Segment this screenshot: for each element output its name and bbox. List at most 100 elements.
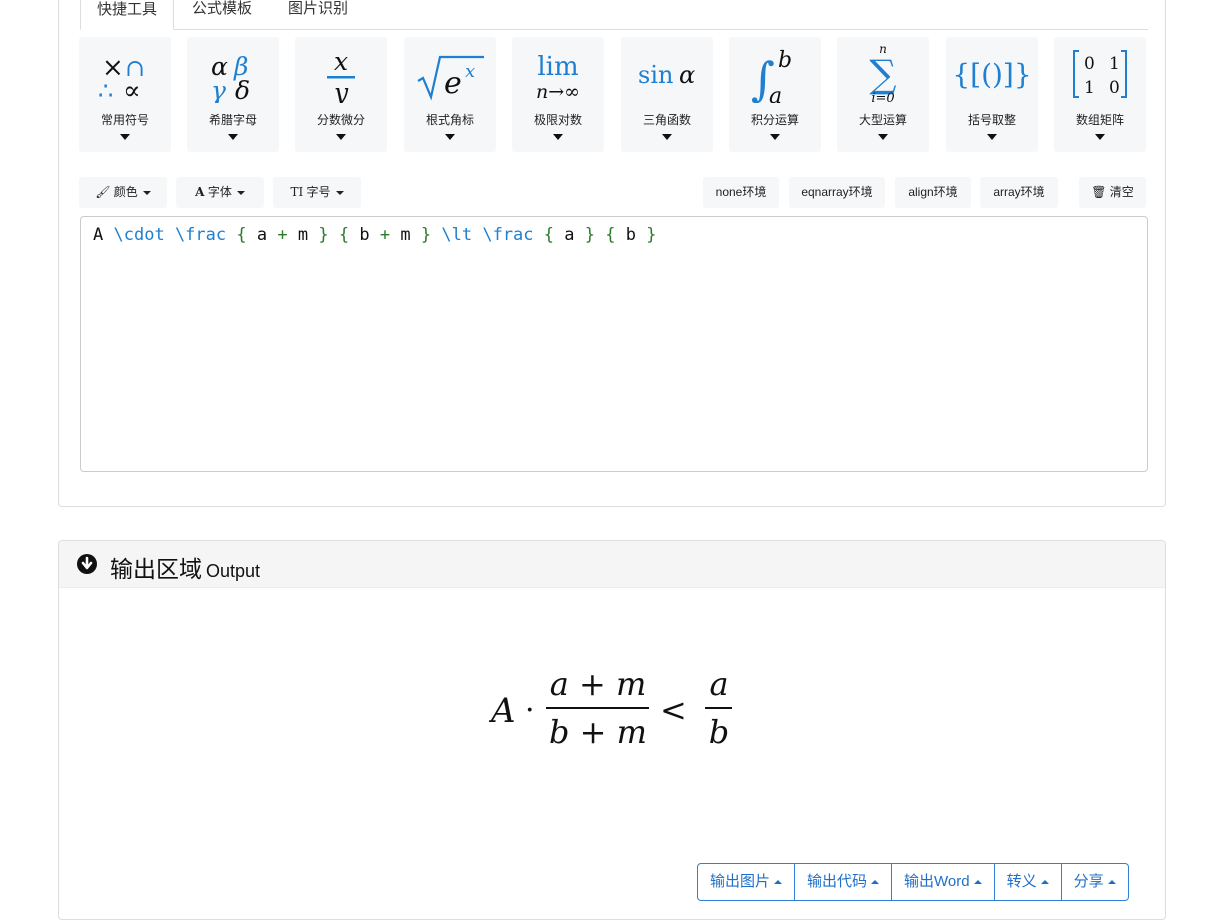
- eqnarray-env-button[interactable]: eqnarray环境: [789, 177, 885, 208]
- code-token: }: [318, 225, 329, 245]
- brackets-icon: {[()]}: [946, 43, 1038, 103]
- trash-icon: 🗑: [1091, 185, 1107, 199]
- tool-label: 希腊字母: [208, 113, 257, 127]
- code-token: \lt: [441, 225, 473, 245]
- align-env-button[interactable]: align环境: [895, 177, 971, 208]
- chevron-down-icon: [662, 134, 672, 140]
- matrix-icon: 0 1 1 0: [1054, 43, 1146, 103]
- svg-text:∴: ∴: [98, 77, 113, 103]
- svg-text:0: 0: [1084, 54, 1095, 74]
- output-button-group: 输出图片 输出代码 输出Word 转义 分享: [697, 863, 1129, 901]
- tool-label: 括号取整: [967, 113, 1016, 127]
- tool-label: 大型运算: [858, 113, 907, 127]
- chevron-down-icon: [445, 134, 455, 140]
- svg-text:∑: ∑: [869, 52, 896, 96]
- caret-up-icon: [871, 880, 880, 885]
- tool-label: 根式角标: [425, 113, 474, 127]
- tool-summation[interactable]: n ∑ i=0 大型运算: [837, 37, 929, 152]
- clear-button[interactable]: 🗑 清空: [1079, 177, 1146, 208]
- tab-image-recognition[interactable]: 图片识别: [272, 0, 364, 29]
- svg-text:α: α: [679, 61, 695, 89]
- svg-text:b: b: [778, 48, 792, 73]
- size-label: 字号: [306, 185, 331, 199]
- svg-text:a: a: [769, 84, 782, 103]
- output-panel: 输出区域 Output A · a + m b + m < a b 输出图片 输出…: [58, 540, 1166, 920]
- greek-letters-icon: α β γ δ: [187, 43, 279, 105]
- tool-radical[interactable]: e x 根式角标: [404, 37, 496, 152]
- code-token: \frac: [174, 225, 227, 245]
- code-token: {: [236, 225, 247, 245]
- export-image-button[interactable]: 输出图片: [698, 864, 796, 900]
- code-token: b: [359, 225, 370, 245]
- caret-up-icon: [774, 880, 783, 885]
- code-token: {: [605, 225, 616, 245]
- tool-label: 积分运算: [750, 113, 799, 127]
- tool-trig[interactable]: sin α 三角函数: [621, 37, 713, 152]
- code-token: a: [564, 225, 575, 245]
- code-token: {: [338, 225, 350, 245]
- tool-label: 分数微分: [316, 113, 365, 127]
- tool-common-symbols[interactable]: × ∩ ∴ ∝ 常用符号: [79, 37, 171, 152]
- svg-text:lim: lim: [537, 52, 578, 82]
- chevron-down-icon: [336, 134, 346, 140]
- tab-formula-templates[interactable]: 公式模板: [176, 0, 268, 29]
- code-token: a: [256, 225, 268, 245]
- tool-integral[interactable]: ∫ b a 积分运算: [729, 37, 821, 152]
- color-label: 颜色: [113, 185, 138, 199]
- arrow-circle-down-icon[interactable]: [76, 553, 98, 575]
- trig-icon: sin α: [621, 43, 713, 103]
- svg-text:sin: sin: [638, 61, 673, 89]
- latex-editor[interactable]: A \cdot \frac { a + m } { b + m } \lt \f…: [80, 216, 1148, 472]
- size-button[interactable]: TI 字号: [273, 177, 361, 208]
- svg-text:e: e: [444, 66, 462, 101]
- tool-greek-letters[interactable]: α β γ δ 希腊字母: [187, 37, 279, 152]
- svg-text:δ: δ: [235, 76, 250, 103]
- tab-quick-tools[interactable]: 快捷工具: [80, 0, 175, 30]
- code-token: }: [646, 225, 657, 245]
- formula-numerator-2: a: [709, 665, 728, 703]
- radical-icon: e x: [404, 43, 496, 103]
- chevron-down-icon: [770, 134, 780, 140]
- chevron-down-icon: [878, 134, 888, 140]
- color-button[interactable]: 🖌 颜色: [79, 177, 167, 208]
- caret-down-icon: [335, 190, 344, 195]
- export-code-button[interactable]: 输出代码: [795, 864, 893, 900]
- font-button[interactable]: A 字体: [176, 177, 264, 208]
- caret-down-icon: [236, 190, 245, 195]
- tool-matrix[interactable]: 0 1 1 0 数组矩阵: [1054, 37, 1146, 152]
- code-token: A: [93, 225, 104, 245]
- array-env-button[interactable]: array环境: [980, 177, 1058, 208]
- code-token: \frac: [482, 225, 534, 245]
- none-env-button[interactable]: none环境: [703, 177, 779, 208]
- output-title: 输出区域 Output: [110, 556, 261, 582]
- tool-limit[interactable]: lim n→∞ 极限对数: [512, 37, 604, 152]
- fraction-bar-2: [705, 707, 732, 709]
- tool-label: 三角函数: [642, 113, 691, 127]
- common-symbols-icon: × ∩ ∴ ∝: [79, 43, 171, 106]
- escape-button[interactable]: 转义: [995, 864, 1062, 900]
- editor-panel: 快捷工具 公式模板 图片识别 × ∩ ∴ ∝ 常用符号 α β γ δ 希腊字母: [58, 0, 1166, 507]
- code-token: {: [543, 225, 555, 245]
- svg-text:i=0: i=0: [871, 91, 894, 103]
- tool-brackets[interactable]: {[()]} 括号取整: [946, 37, 1038, 152]
- svg-text:1: 1: [1109, 54, 1120, 74]
- formula-numerator-1: a + m: [550, 665, 647, 703]
- chevron-down-icon: [120, 134, 130, 140]
- export-word-button[interactable]: 输出Word: [892, 864, 995, 900]
- caret-up-icon: [1040, 880, 1049, 885]
- font-icon: A: [195, 185, 205, 199]
- share-button[interactable]: 分享: [1062, 864, 1128, 900]
- caret-up-icon: [1107, 880, 1116, 885]
- tool-fraction[interactable]: x y 分数微分: [295, 37, 387, 152]
- summation-icon: n ∑ i=0: [837, 42, 929, 106]
- fraction-icon: x y: [295, 43, 387, 107]
- svg-text:y: y: [333, 78, 349, 103]
